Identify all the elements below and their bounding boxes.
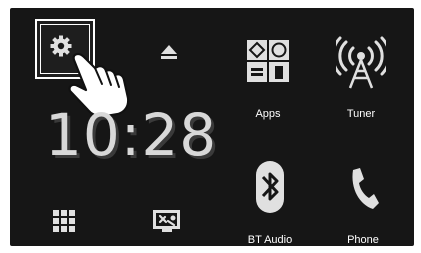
app-menu-button[interactable] xyxy=(51,208,77,234)
apps-label: Apps xyxy=(255,108,281,120)
bluetooth-icon xyxy=(256,161,284,213)
home-screen: 10:28 Apps Tuner BT Audio Phone xyxy=(10,8,414,246)
screen-adjust-button[interactable] xyxy=(151,208,183,234)
eject-icon xyxy=(161,45,177,59)
screen-adjust-icon xyxy=(153,210,180,232)
phone-label: Phone xyxy=(347,234,379,246)
apps-icon xyxy=(247,40,289,82)
antenna-icon xyxy=(336,36,386,89)
clock-display: 10:28 xyxy=(45,101,218,169)
grid-menu-icon xyxy=(53,210,75,232)
eject-button[interactable] xyxy=(158,42,180,62)
apps-button[interactable] xyxy=(245,38,291,84)
phone-button[interactable] xyxy=(347,166,381,212)
tuner-button[interactable] xyxy=(336,36,386,90)
phone-icon xyxy=(352,168,379,209)
bt-audio-button[interactable] xyxy=(254,160,286,214)
bt-audio-label: BT Audio xyxy=(247,234,293,246)
tuner-label: Tuner xyxy=(346,108,376,120)
